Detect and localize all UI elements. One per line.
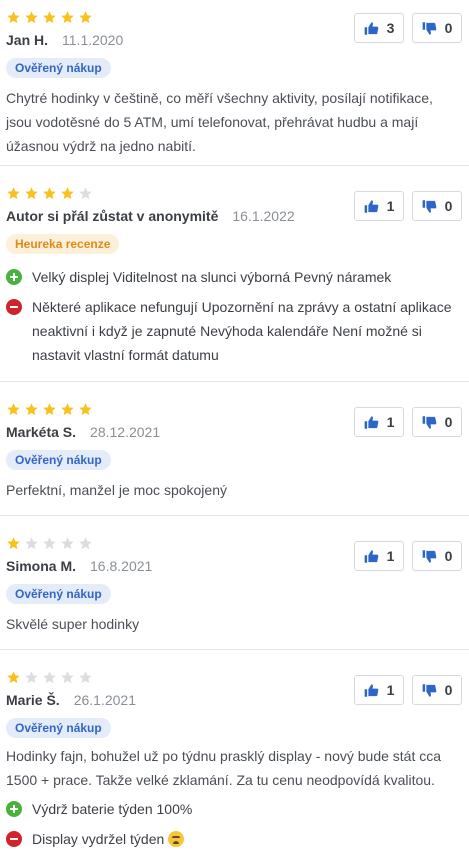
like-button[interactable]: 1 <box>354 191 404 221</box>
review-author: Markéta S. <box>6 424 77 440</box>
star-icon <box>61 10 74 23</box>
vote-buttons: 1 0 <box>354 191 462 221</box>
review-text: Chytré hodinky v češtině, co měří všechn… <box>6 90 433 154</box>
thumbs-down-icon <box>422 549 436 563</box>
star-icon <box>61 670 74 683</box>
star-icon <box>43 536 56 549</box>
like-count: 1 <box>386 198 395 214</box>
verified-purchase-badge: Ověřený nákup <box>6 58 111 78</box>
crying-face-emoji-icon <box>168 831 185 847</box>
review-item: Simona M. 16.8.2021 Ověřený nákup Skvělé… <box>0 515 469 649</box>
review-author: Autor si přál zůstat v anonymitě <box>6 208 219 224</box>
verified-purchase-badge: Ověřený nákup <box>6 584 111 604</box>
dislike-button[interactable]: 0 <box>412 675 462 705</box>
star-icon <box>25 186 38 199</box>
dislike-button[interactable]: 0 <box>412 191 462 221</box>
star-icon <box>43 186 56 199</box>
star-icon <box>43 10 56 23</box>
review-item: Autor si přál zůstat v anonymitě 16.1.20… <box>0 165 469 381</box>
dislike-button[interactable]: 0 <box>412 541 462 571</box>
like-count: 1 <box>386 414 395 430</box>
star-icon <box>79 670 92 683</box>
star-icon <box>25 536 38 549</box>
like-button[interactable]: 1 <box>354 675 404 705</box>
minus-circle-icon <box>6 831 22 847</box>
like-button[interactable]: 3 <box>354 13 404 43</box>
star-icon <box>7 186 20 199</box>
thumbs-up-icon <box>364 21 378 35</box>
star-icon <box>7 536 20 549</box>
review-text: Skvělé super hodinky <box>6 616 140 632</box>
review-date: 16.1.2022 <box>232 208 295 224</box>
star-icon <box>61 536 74 549</box>
dislike-button[interactable]: 0 <box>412 407 462 437</box>
thumbs-up-icon <box>364 199 378 213</box>
review-item: Jan H. 11.1.2020 Ověřený nákup Chytré ho… <box>0 0 469 165</box>
review-text: Hodinky fajn, bohužel už po týdnu praskl… <box>6 748 442 788</box>
heureka-review-badge: Heureka recenze <box>6 234 120 254</box>
like-button[interactable]: 1 <box>354 541 404 571</box>
vote-buttons: 1 0 <box>354 407 462 437</box>
dislike-count: 0 <box>444 414 453 430</box>
star-icon <box>7 402 20 415</box>
thumbs-up-icon <box>364 549 378 563</box>
vote-buttons: 3 0 <box>354 13 462 43</box>
con-text: Display vydržel týden <box>32 827 185 851</box>
con-text-content: Display vydržel týden <box>32 831 165 847</box>
review-date: 11.1.2020 <box>62 32 124 48</box>
star-icon <box>79 402 92 415</box>
star-icon <box>79 186 92 199</box>
dislike-count: 0 <box>444 682 453 698</box>
like-button[interactable]: 1 <box>354 407 404 437</box>
star-icon <box>79 10 92 23</box>
star-icon <box>61 186 74 199</box>
review-item: Marie Š. 26.1.2021 Ověřený nákup Hodinky… <box>0 649 469 855</box>
review-text: Perfektní, manžel je moc spokojený <box>6 482 227 498</box>
dislike-button[interactable]: 0 <box>412 13 462 43</box>
star-icon <box>25 10 38 23</box>
thumbs-down-icon <box>422 415 436 429</box>
like-count: 3 <box>386 20 395 36</box>
like-count: 1 <box>386 548 395 564</box>
plus-circle-icon <box>6 801 22 817</box>
dislike-count: 0 <box>444 198 453 214</box>
thumbs-up-icon <box>364 415 378 429</box>
review-date: 28.12.2021 <box>90 424 161 440</box>
review-date: 26.1.2021 <box>73 692 136 708</box>
review-author: Simona M. <box>6 558 77 574</box>
plus-circle-icon <box>6 269 22 285</box>
verified-purchase-badge: Ověřený nákup <box>6 718 111 738</box>
review-author: Marie Š. <box>6 692 60 708</box>
like-count: 1 <box>386 682 395 698</box>
thumbs-up-icon <box>364 683 378 697</box>
pro-item: Velký displej Viditelnost na slunci výbo… <box>6 265 469 289</box>
star-icon <box>61 402 74 415</box>
dislike-count: 0 <box>444 20 453 36</box>
dislike-count: 0 <box>444 548 453 564</box>
minus-circle-icon <box>6 299 22 315</box>
vote-buttons: 1 0 <box>354 675 462 705</box>
pro-item: Výdrž baterie týden 100% <box>6 797 469 821</box>
verified-purchase-badge: Ověřený nákup <box>6 450 111 470</box>
pro-text: Výdrž baterie týden 100% <box>32 801 193 817</box>
thumbs-down-icon <box>422 199 436 213</box>
star-icon <box>43 670 56 683</box>
con-text: Některé aplikace nefungují Upozornění na… <box>32 299 452 363</box>
review-item: Markéta S. 28.12.2021 Ověřený nákup Perf… <box>0 381 469 515</box>
star-icon <box>43 402 56 415</box>
star-icon <box>25 402 38 415</box>
star-icon <box>7 670 20 683</box>
pro-text: Velký displej Viditelnost na slunci výbo… <box>32 269 392 285</box>
star-icon <box>7 10 20 23</box>
thumbs-down-icon <box>422 21 436 35</box>
con-item: Některé aplikace nefungují Upozornění na… <box>6 295 469 367</box>
star-icon <box>79 536 92 549</box>
thumbs-down-icon <box>422 683 436 697</box>
review-author: Jan H. <box>6 32 49 48</box>
star-icon <box>25 670 38 683</box>
review-date: 16.8.2021 <box>90 558 153 574</box>
vote-buttons: 1 0 <box>354 541 462 571</box>
con-item: Display vydržel týden <box>6 827 469 851</box>
